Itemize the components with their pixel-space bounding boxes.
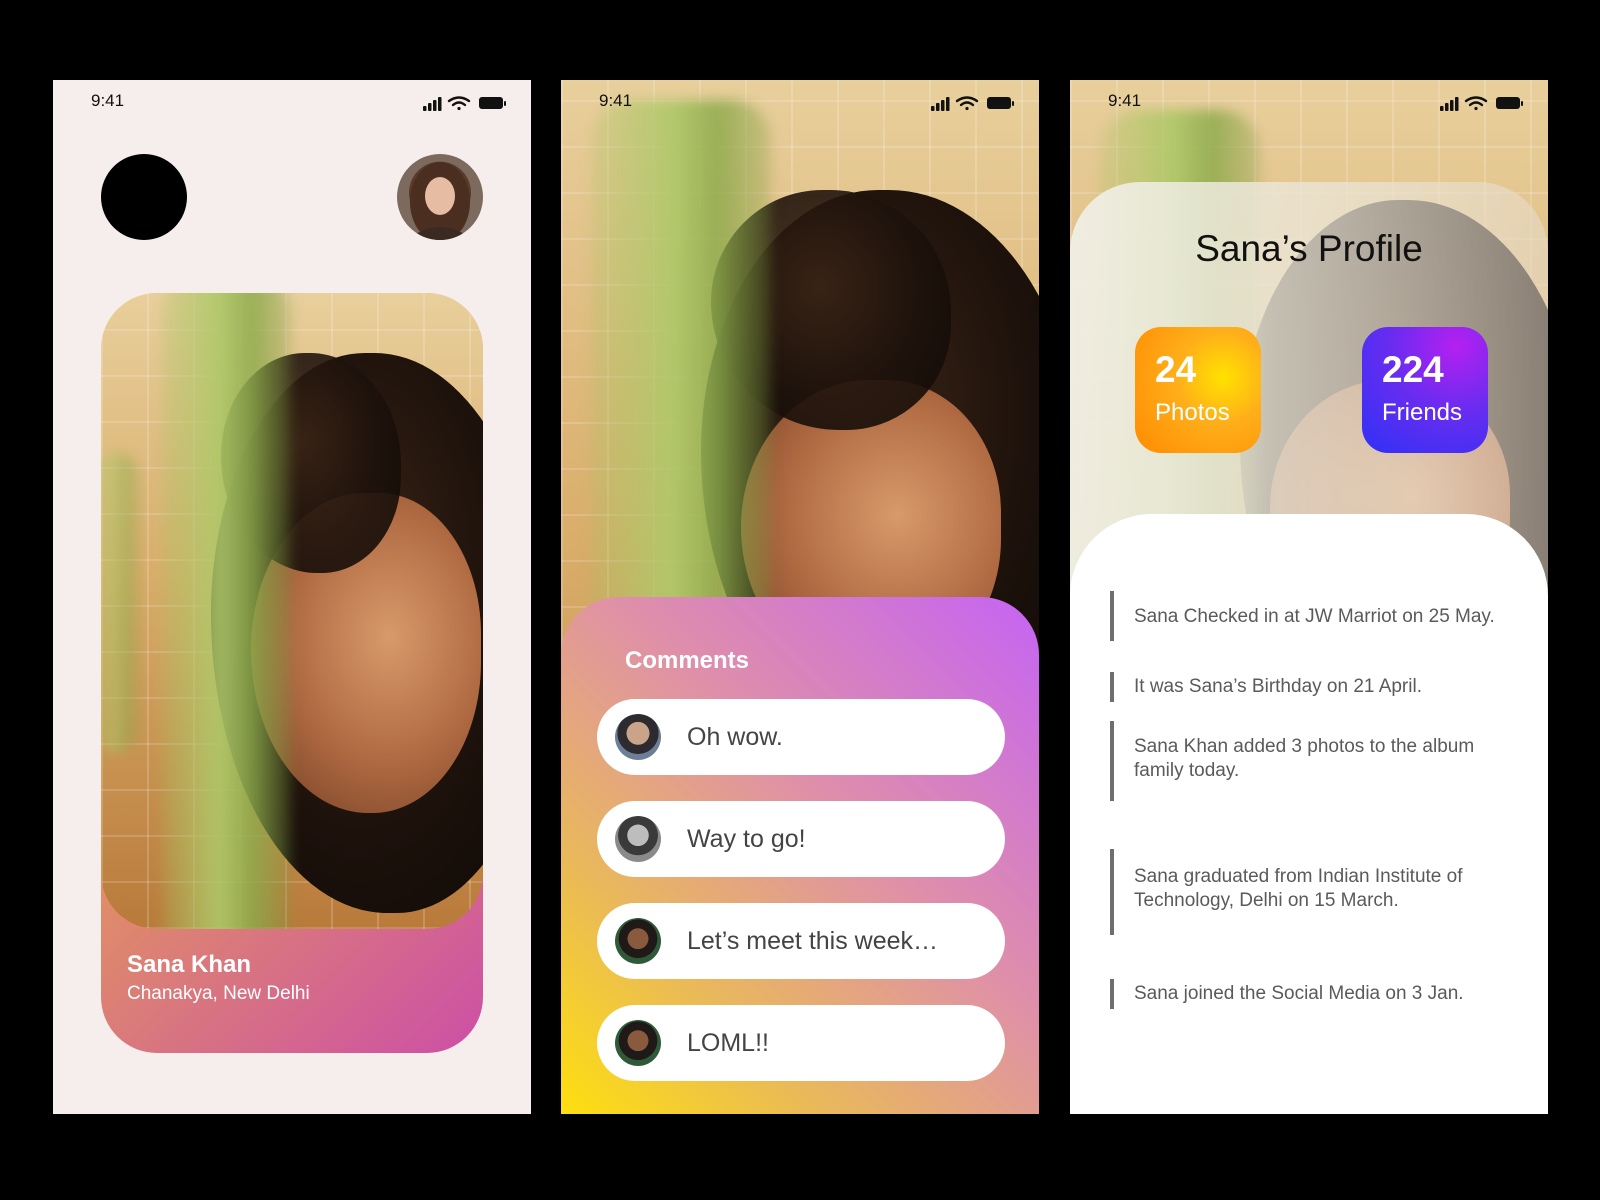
profile-details-screen: 9:41 Sana’s Profile 24 Photos 224 Friend… (1070, 80, 1548, 1114)
commenter-avatar (615, 714, 661, 760)
status-bar: 9:41 (53, 80, 531, 124)
comment-item[interactable]: LOML!! (597, 1005, 1005, 1081)
signal-icon (1440, 97, 1459, 111)
activity-bar (1110, 979, 1114, 1009)
comment-item[interactable]: Way to go! (597, 801, 1005, 877)
profile-card-screen: 9:41 Sana Khan Chanakya, New Delhi (53, 80, 531, 1114)
page-title: Sana’s Profile (1195, 228, 1423, 269)
activity-item[interactable]: It was Sana’s Birthday on 21 April. (1110, 672, 1520, 702)
photos-label: Photos (1155, 399, 1230, 426)
activity-item[interactable]: Sana graduated from Indian Institute of … (1110, 849, 1520, 935)
profile-photo (101, 293, 483, 929)
status-icons (931, 96, 1014, 111)
status-time: 9:41 (91, 91, 125, 110)
comment-text: LOML!! (687, 1029, 769, 1057)
status-time: 9:41 (599, 91, 633, 110)
friends-stat-button[interactable]: 224 Friends (1362, 327, 1488, 453)
friends-label: Friends (1382, 399, 1463, 426)
profile-name: Sana Khan (127, 951, 252, 978)
battery-icon (479, 97, 506, 109)
profile-location: Chanakya, New Delhi (127, 983, 310, 1004)
comment-text: Oh wow. (687, 723, 783, 751)
comments-screen: 9:41 Comments Oh wow. Way to go! Let’s m… (561, 80, 1039, 1114)
photos-stat-button[interactable]: 24 Photos (1135, 327, 1261, 453)
activity-panel: Sana Checked in at JW Marriot on 25 May.… (1070, 514, 1548, 1114)
status-icons (423, 96, 506, 111)
activity-text: Sana graduated from Indian Institute of … (1134, 866, 1463, 911)
status-bar: 9:41 (1070, 80, 1548, 124)
activity-bar (1110, 672, 1114, 702)
activity-item[interactable]: Sana Khan added 3 photos to the album fa… (1110, 721, 1520, 801)
activity-text: Sana joined the Social Media on 3 Jan. (1134, 983, 1464, 1004)
wifi-icon (955, 96, 979, 111)
battery-icon (987, 97, 1014, 109)
menu-button[interactable] (101, 154, 187, 240)
activity-bar (1110, 849, 1114, 935)
activity-item[interactable]: Sana joined the Social Media on 3 Jan. (1110, 979, 1520, 1009)
comments-panel: Comments Oh wow. Way to go! Let’s meet t… (561, 597, 1039, 1114)
status-bar: 9:41 (561, 80, 1039, 124)
signal-icon (931, 97, 950, 111)
activity-text: Sana Khan added 3 photos to the album fa… (1134, 736, 1475, 781)
photos-count: 24 (1155, 349, 1197, 390)
profile-card[interactable]: Sana Khan Chanakya, New Delhi (101, 293, 483, 1053)
commenter-avatar (615, 816, 661, 862)
wifi-icon (447, 96, 471, 111)
comment-item[interactable]: Let’s meet this week… (597, 903, 1005, 979)
activity-text: It was Sana’s Birthday on 21 April. (1134, 676, 1422, 697)
battery-icon (1496, 97, 1523, 109)
comment-text: Let’s meet this week… (687, 927, 939, 955)
activity-bar (1110, 591, 1114, 641)
wifi-icon (1464, 96, 1488, 111)
comment-text: Way to go! (687, 825, 806, 853)
comment-item[interactable]: Oh wow. (597, 699, 1005, 775)
comments-title: Comments (625, 647, 750, 674)
commenter-avatar (615, 1020, 661, 1066)
signal-icon (423, 97, 442, 111)
status-icons (1440, 96, 1523, 111)
activity-item[interactable]: Sana Checked in at JW Marriot on 25 May. (1110, 591, 1520, 641)
friends-count: 224 (1382, 349, 1444, 390)
user-avatar[interactable] (397, 154, 483, 240)
commenter-avatar (615, 918, 661, 964)
activity-bar (1110, 721, 1114, 801)
status-time: 9:41 (1108, 91, 1142, 110)
activity-text: Sana Checked in at JW Marriot on 25 May. (1134, 606, 1495, 627)
